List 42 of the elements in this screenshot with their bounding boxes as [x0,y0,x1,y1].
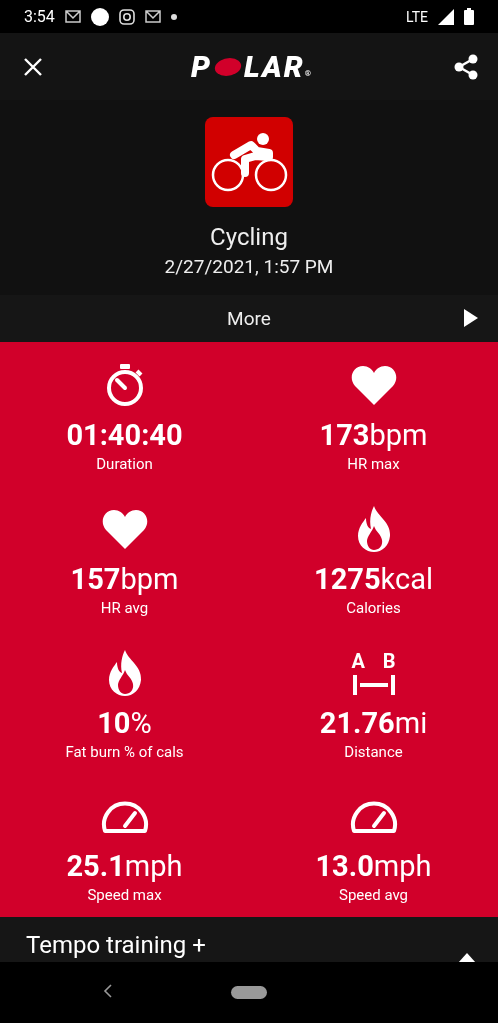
activity-name: Cycling [210,223,288,251]
stat-value: 157bpm [70,561,179,596]
stat-label: HR max [347,454,400,474]
stat-value: 173bpm [319,418,428,452]
stat-label: Duration [96,454,153,474]
close-icon[interactable] [24,57,42,76]
camera-icon [118,8,135,25]
section-header[interactable]: Tempo training + [0,917,498,962]
home-button[interactable] [231,986,267,999]
stat-label: Distance [344,741,403,762]
stat-value: 1275kcal [314,561,433,596]
cycling-icon [205,117,293,207]
battery-icon [464,8,474,25]
stat-label: Speed max [87,885,162,906]
heart-icon [101,508,148,549]
more-button[interactable]: More [0,295,498,342]
flame-icon [356,505,391,552]
back-icon[interactable] [103,984,113,998]
share-icon[interactable] [454,53,478,80]
stat-value: 25.1 mph [66,849,183,884]
mail-icon [64,10,81,23]
play-icon [464,309,478,327]
stat-value: 10% [97,705,152,740]
stat-value: 01:40:40 [66,418,183,452]
clock: 3:54 [24,7,55,26]
heart-icon [350,365,397,405]
stat-value: 21.76mi [319,705,428,740]
signal-icon [438,8,454,25]
stat-value: 13.0mph [315,849,432,884]
stat-label: HR avg [100,597,149,618]
stat-label: Fat burn % of cals [65,741,184,762]
speedometer-icon [349,799,398,834]
logo: P LAR® [190,49,314,84]
stat-label: Speed avg [338,885,409,906]
stat-label: Calories [346,597,401,618]
network-label: LTE [406,8,428,25]
activity-date: 2/27/2021, 1:57 PM [164,255,334,278]
flame-icon [107,649,142,696]
dot-icon [170,13,177,20]
mail-icon [144,10,161,23]
circle-icon [90,7,109,26]
speedometer-icon [100,799,149,834]
